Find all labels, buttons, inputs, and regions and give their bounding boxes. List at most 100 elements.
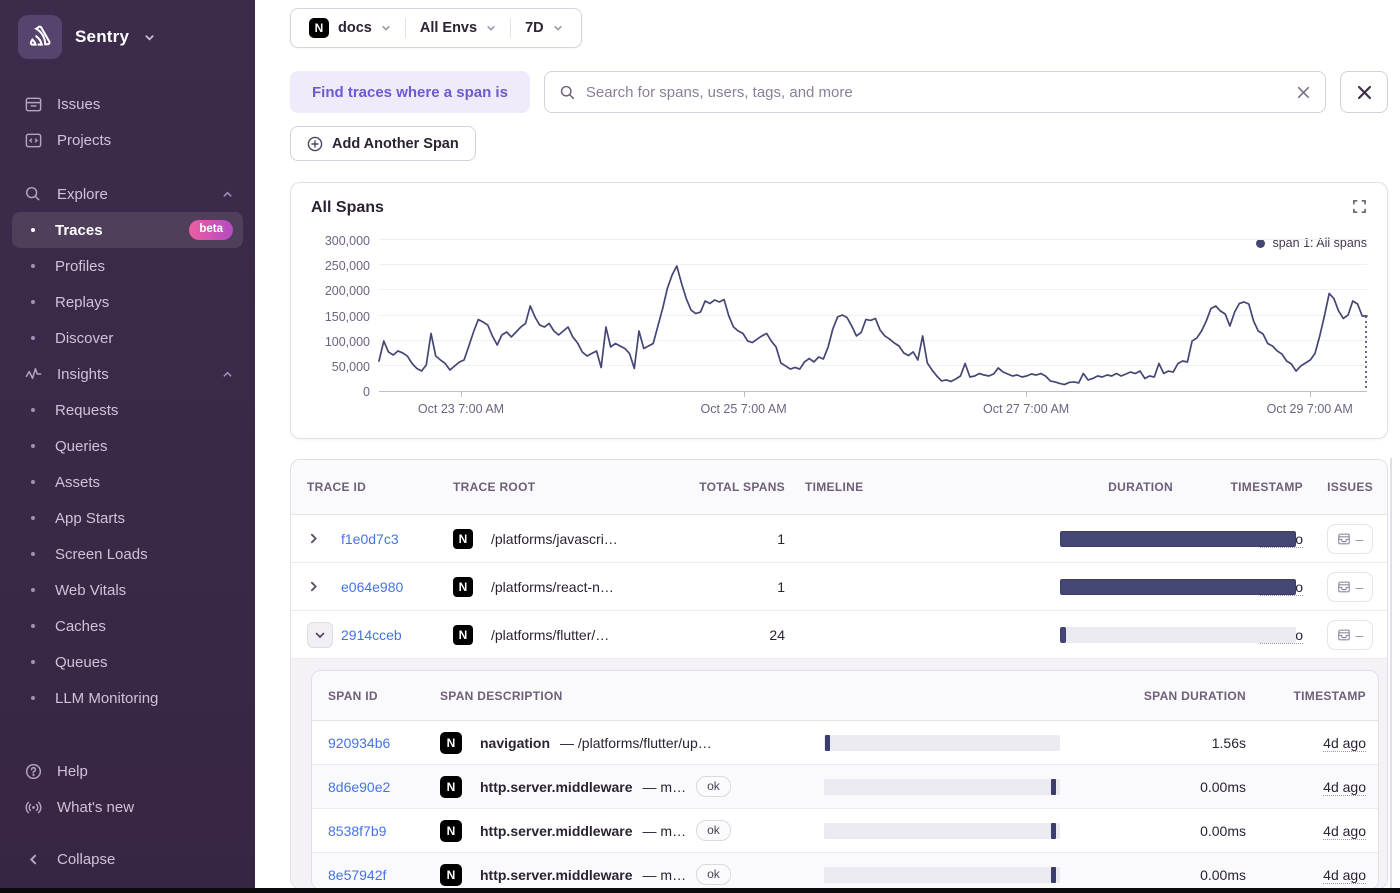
trace-row: e064e980 N /platforms/react-n… 1 812.00m… xyxy=(291,563,1387,611)
trace-id-link[interactable]: 2914cceb xyxy=(341,627,402,643)
column-header-timeline: TIMELINE xyxy=(805,480,864,494)
total-spans-value: 1 xyxy=(777,578,785,595)
sidebar-item-label: Screen Loads xyxy=(55,545,148,563)
timeline-track xyxy=(1060,530,1296,547)
y-axis-label: 50,000 xyxy=(331,359,370,374)
sidebar-item-web-vitals[interactable]: Web Vitals xyxy=(12,572,243,608)
gridline xyxy=(379,239,1367,240)
span-id-link[interactable]: 8d6e90e2 xyxy=(328,779,390,795)
help-icon xyxy=(22,762,44,781)
span-status-badge: ok xyxy=(696,864,731,885)
remove-span-filter-button[interactable] xyxy=(1340,71,1388,113)
span-description: — m… xyxy=(642,866,687,883)
issues-button[interactable]: – xyxy=(1327,619,1373,650)
search-box xyxy=(543,71,1326,113)
bullet-icon xyxy=(22,588,44,592)
bullet-icon xyxy=(22,660,44,664)
sidebar-item-screen-loads[interactable]: Screen Loads xyxy=(12,536,243,572)
section-label: Explore xyxy=(57,185,108,203)
add-another-span-button[interactable]: Add Another Span xyxy=(290,126,476,161)
sidebar-item-help[interactable]: Help xyxy=(12,753,243,789)
sidebar-section-insights[interactable]: Insights xyxy=(12,356,243,392)
sidebar-item-whats-new[interactable]: What's new xyxy=(12,789,243,825)
sidebar-item-label: What's new xyxy=(57,798,135,816)
trace-id-link[interactable]: e064e980 xyxy=(341,579,403,595)
column-header-total-spans: TOTAL SPANS xyxy=(699,480,785,494)
x-axis-tick xyxy=(1309,392,1311,397)
expanded-trace-panel: SPAN ID SPAN DESCRIPTION SPAN DURATION T… xyxy=(291,659,1387,888)
clear-search-icon[interactable] xyxy=(1296,85,1311,100)
sidebar-item-queries[interactable]: Queries xyxy=(12,428,243,464)
sidebar-item-assets[interactable]: Assets xyxy=(12,464,243,500)
trace-root-text: /platforms/react-n… xyxy=(491,578,614,595)
trace-id-link[interactable]: f1e0d7c3 xyxy=(341,531,399,547)
scrollbar-track[interactable] xyxy=(1390,458,1392,888)
timestamp-link[interactable]: 4d ago xyxy=(1323,778,1366,796)
fullscreen-icon[interactable] xyxy=(1352,199,1367,214)
sidebar-item-queues[interactable]: Queues xyxy=(12,644,243,680)
sidebar-item-label: Caches xyxy=(55,617,106,635)
y-axis-label: 250,000 xyxy=(324,259,370,274)
org-name: Sentry xyxy=(75,27,130,46)
timestamp-link[interactable]: 4d ago xyxy=(1323,866,1366,884)
sidebar-item-requests[interactable]: Requests xyxy=(12,392,243,428)
trace-root-text: /platforms/javascri… xyxy=(491,530,618,547)
timestamp-link[interactable]: 4d ago xyxy=(1323,734,1366,752)
expand-trace-button[interactable] xyxy=(307,580,341,593)
search-input[interactable] xyxy=(585,83,1286,101)
bullet-icon xyxy=(22,696,44,700)
all-spans-chart-card: All Spans span 1: All spans 0 50,000 100,0… xyxy=(290,182,1388,439)
span-id-link[interactable]: 8e57942f xyxy=(328,867,386,883)
span-row: 8d6e90e2 N http.server.middleware — m… o… xyxy=(312,765,1378,809)
org-switcher[interactable]: Sentry xyxy=(12,12,243,62)
sidebar-item-replays[interactable]: Replays xyxy=(12,284,243,320)
search-icon xyxy=(22,185,44,203)
collapse-trace-button[interactable] xyxy=(307,621,333,648)
sidebar-collapse-button[interactable]: Collapse xyxy=(12,841,243,877)
sidebar: Sentry Issues Projects Explore Traces be… xyxy=(0,0,255,893)
sidebar-item-llm-monitoring[interactable]: LLM Monitoring xyxy=(12,680,243,716)
column-header-span-duration: SPAN DURATION xyxy=(1143,688,1246,703)
environment-selector[interactable]: All Envs xyxy=(406,20,510,36)
y-axis-label: 300,000 xyxy=(324,234,370,248)
x-axis-tick xyxy=(1026,392,1028,397)
nextjs-project-icon: N xyxy=(453,528,473,549)
sidebar-section-explore[interactable]: Explore xyxy=(12,176,243,212)
sidebar-item-label: Discover xyxy=(55,329,114,347)
nextjs-project-icon: N xyxy=(453,576,473,597)
sidebar-item-label: Profiles xyxy=(55,257,106,275)
column-header-trace-root: TRACE ROOT xyxy=(453,480,536,494)
sidebar-item-label: Traces xyxy=(55,221,103,239)
span-id-link[interactable]: 920934b6 xyxy=(328,735,390,751)
span-timeline-tick xyxy=(825,734,831,751)
total-spans-value: 24 xyxy=(769,626,785,643)
sidebar-item-traces[interactable]: Traces beta xyxy=(12,212,243,248)
issues-button[interactable]: – xyxy=(1327,523,1373,554)
expand-trace-button[interactable] xyxy=(307,532,341,545)
timestamp-link[interactable]: 4d ago xyxy=(1323,822,1366,840)
date-range-value: 7D xyxy=(525,20,544,36)
issues-button[interactable]: – xyxy=(1327,571,1373,602)
sidebar-item-projects[interactable]: Projects xyxy=(12,122,243,158)
sidebar-item-app-starts[interactable]: App Starts xyxy=(12,500,243,536)
date-range-selector[interactable]: 7D xyxy=(511,20,577,36)
chart-y-axis: 0 50,000 100,000 150,000 200,000 250,000 300,0… xyxy=(311,234,379,399)
issues-count: – xyxy=(1355,626,1364,643)
span-status-badge: ok xyxy=(696,776,731,797)
column-header-trace-id: TRACE ID xyxy=(307,480,367,494)
chevron-left-icon xyxy=(22,853,44,866)
project-selector[interactable]: N docs xyxy=(295,18,405,38)
find-traces-label[interactable]: Find traces where a span is xyxy=(290,71,530,113)
span-id-link[interactable]: 8538f7b9 xyxy=(328,823,386,839)
sidebar-item-discover[interactable]: Discover xyxy=(12,320,243,356)
column-header-issues: ISSUES xyxy=(1327,480,1373,494)
sidebar-item-issues[interactable]: Issues xyxy=(12,86,243,122)
sidebar-item-caches[interactable]: Caches xyxy=(12,608,243,644)
chart-line-series xyxy=(379,266,1367,385)
sidebar-item-profiles[interactable]: Profiles xyxy=(12,248,243,284)
add-another-span-label: Add Another Span xyxy=(332,135,459,152)
insights-icon xyxy=(22,365,44,384)
chart-body: 0 50,000 100,000 150,000 200,000 250,000 300,0… xyxy=(311,234,1367,399)
sidebar-item-label: LLM Monitoring xyxy=(55,689,159,707)
spans-table-header: SPAN ID SPAN DESCRIPTION SPAN DURATION T… xyxy=(312,671,1378,721)
